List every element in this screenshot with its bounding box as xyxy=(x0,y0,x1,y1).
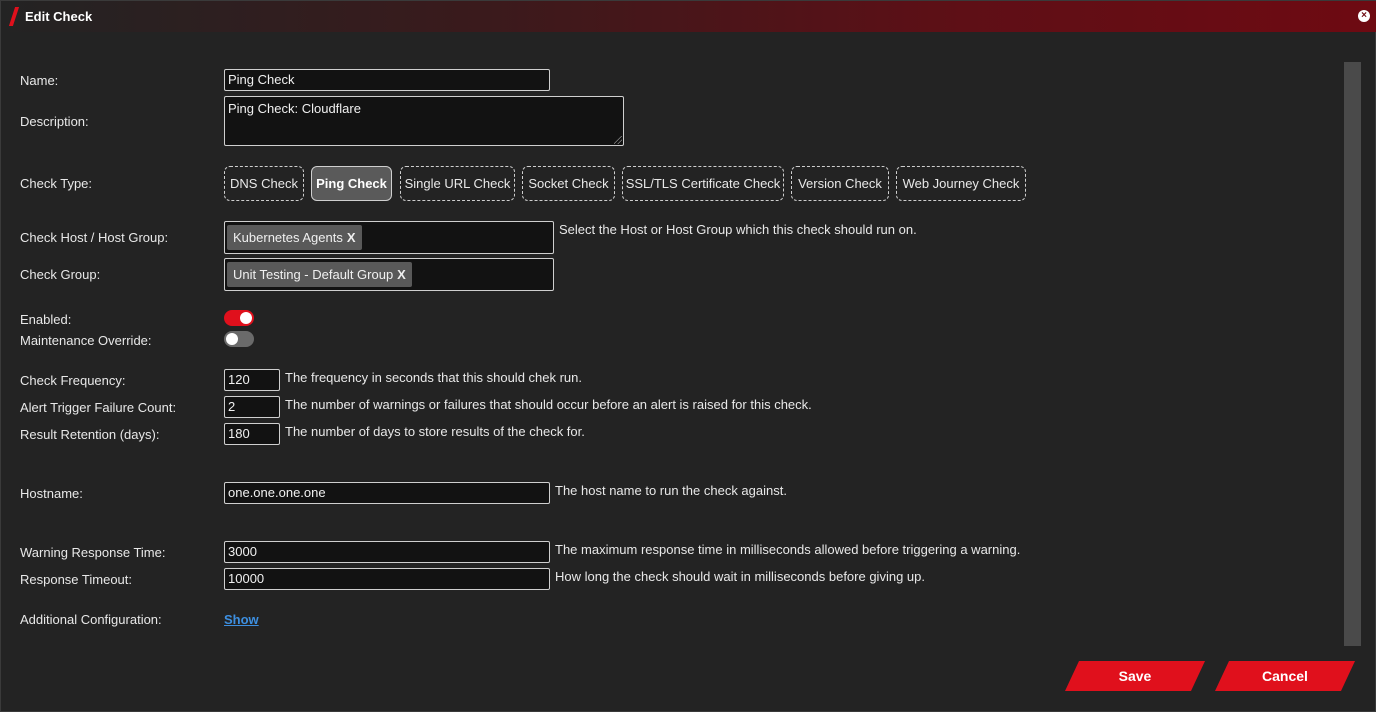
enabled-toggle[interactable] xyxy=(224,310,254,326)
failure-count-input[interactable]: 2 xyxy=(224,396,280,418)
check-type-socket[interactable]: Socket Check xyxy=(522,166,615,201)
check-group-tag: Unit Testing - Default Group X xyxy=(227,262,412,287)
remove-tag-icon[interactable]: X xyxy=(397,267,406,282)
check-type-label: Check Type: xyxy=(20,176,93,191)
toggle-knob xyxy=(226,333,238,345)
scrollbar[interactable] xyxy=(1344,62,1361,646)
check-type-web-journey[interactable]: Web Journey Check xyxy=(896,166,1026,201)
dialog-titlebar: Edit Check × xyxy=(1,1,1376,32)
name-label: Name: xyxy=(20,73,59,88)
frequency-help: The frequency in seconds that this shoul… xyxy=(285,370,583,385)
host-group-tag: Kubernetes Agents X xyxy=(227,225,362,250)
check-type-version[interactable]: Version Check xyxy=(791,166,889,201)
failure-count-help: The number of warnings or failures that … xyxy=(285,397,812,412)
failure-count-label: Alert Trigger Failure Count: xyxy=(20,400,177,415)
close-icon[interactable]: × xyxy=(1358,10,1370,22)
remove-tag-icon[interactable]: X xyxy=(347,230,356,245)
dialog-title: Edit Check xyxy=(25,9,93,24)
frequency-input[interactable]: 120 xyxy=(224,369,280,391)
warning-response-label: Warning Response Time: xyxy=(20,545,166,560)
hostname-help: The host name to run the check against. xyxy=(555,483,787,498)
response-timeout-help: How long the check should wait in millis… xyxy=(555,569,925,584)
cancel-button[interactable]: Cancel xyxy=(1215,661,1355,691)
description-textarea[interactable]: Ping Check: Cloudflare xyxy=(224,96,624,146)
check-type-single-url[interactable]: Single URL Check xyxy=(400,166,515,201)
edit-check-dialog: Edit Check × Name: Ping Check Descriptio… xyxy=(0,0,1376,712)
resize-grip-icon[interactable] xyxy=(614,136,622,144)
response-timeout-input[interactable]: 10000 xyxy=(224,568,550,590)
host-group-help: Select the Host or Host Group which this… xyxy=(559,222,917,237)
enabled-label: Enabled: xyxy=(20,312,72,327)
frequency-label: Check Frequency: xyxy=(20,373,126,388)
save-button[interactable]: Save xyxy=(1065,661,1205,691)
check-type-dns[interactable]: DNS Check xyxy=(224,166,304,201)
description-value: Ping Check: Cloudflare xyxy=(228,101,361,116)
warning-response-help: The maximum response time in millisecond… xyxy=(555,542,1021,557)
check-group-label: Check Group: xyxy=(20,267,101,282)
check-group-tag-label: Unit Testing - Default Group xyxy=(233,267,394,282)
host-group-tag-label: Kubernetes Agents xyxy=(233,230,343,245)
check-type-ssl-tls[interactable]: SSL/TLS Certificate Check xyxy=(622,166,784,201)
title-accent-icon xyxy=(8,7,20,26)
additional-config-label: Additional Configuration: xyxy=(20,612,162,627)
check-group-select[interactable]: Unit Testing - Default Group X xyxy=(224,258,554,291)
host-group-label: Check Host / Host Group: xyxy=(20,230,169,245)
toggle-knob xyxy=(240,312,252,324)
retention-input[interactable]: 180 xyxy=(224,423,280,445)
warning-response-input[interactable]: 3000 xyxy=(224,541,550,563)
name-input[interactable]: Ping Check xyxy=(224,69,550,91)
host-group-select[interactable]: Kubernetes Agents X xyxy=(224,221,554,254)
retention-label: Result Retention (days): xyxy=(20,427,160,442)
check-type-ping[interactable]: Ping Check xyxy=(311,166,392,201)
maintenance-override-toggle[interactable] xyxy=(224,331,254,347)
hostname-label: Hostname: xyxy=(20,486,83,501)
maintenance-override-label: Maintenance Override: xyxy=(20,333,152,348)
response-timeout-label: Response Timeout: xyxy=(20,572,133,587)
description-label: Description: xyxy=(20,114,89,129)
hostname-input[interactable]: one.one.one.one xyxy=(224,482,550,504)
retention-help: The number of days to store results of t… xyxy=(285,424,585,439)
show-additional-config-link[interactable]: Show xyxy=(224,612,259,627)
